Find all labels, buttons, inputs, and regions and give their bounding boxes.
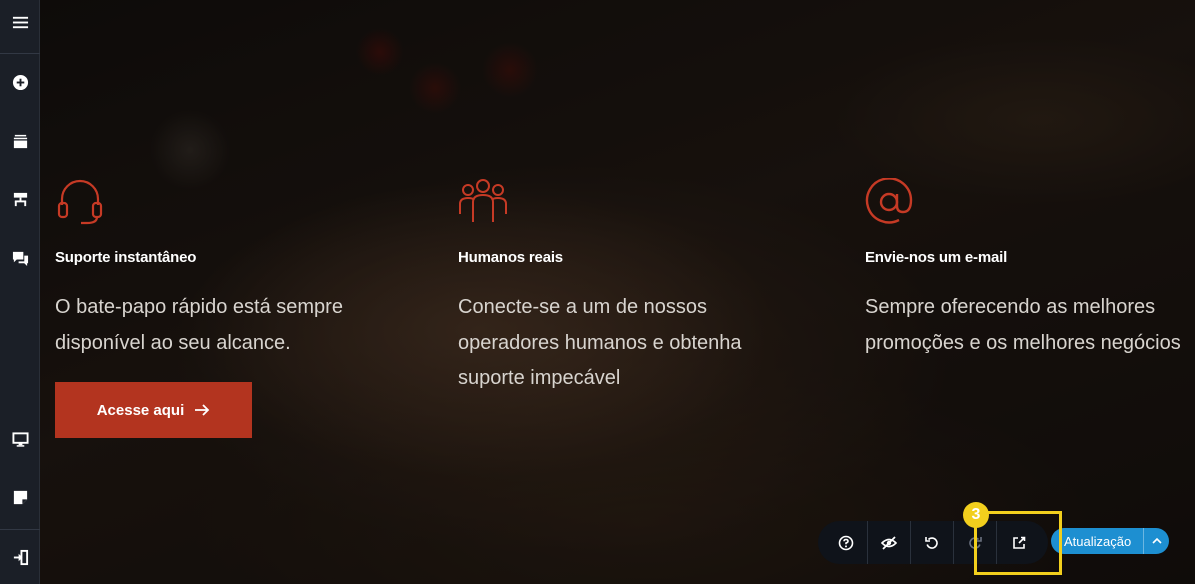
feature-description: Sempre oferecendo as melhores promoções … — [865, 290, 1181, 361]
feature-description: Conecte-se a um de nossos operadores hum… — [458, 290, 742, 397]
hide-icon — [881, 535, 897, 550]
help-icon — [838, 535, 854, 550]
update-label: Atualização — [1064, 533, 1132, 549]
description-line: Sempre oferecendo as melhores — [865, 296, 1156, 318]
update-button[interactable]: Atualização — [1051, 528, 1169, 554]
help-button[interactable] — [825, 521, 868, 564]
tutorial-step-badge: 3 — [963, 502, 989, 528]
undo-button[interactable] — [911, 521, 954, 564]
people-icon — [459, 179, 507, 222]
headset-icon — [57, 179, 103, 225]
feature-title: Envie-nos um e-mail — [865, 249, 1008, 266]
note-icon[interactable] — [0, 477, 40, 517]
feature-title: Suporte instantâneo — [55, 249, 197, 266]
editor-sidebar — [0, 0, 40, 584]
access-here-button[interactable]: Acesse aqui — [55, 382, 252, 438]
chevron-up-icon[interactable] — [1144, 537, 1169, 545]
at-sign-icon — [865, 178, 913, 224]
navigator-icon[interactable] — [0, 179, 40, 219]
cta-label: Acesse aqui — [96, 401, 185, 419]
sidebar-divider — [0, 529, 40, 530]
exit-icon[interactable] — [0, 537, 40, 577]
feature-title: Humanos reais — [458, 249, 563, 266]
sidebar-divider — [0, 53, 40, 54]
layers-icon[interactable] — [0, 121, 40, 161]
arrow-right-icon — [195, 404, 210, 416]
feature-description: O bate-papo rápido está sempre disponíve… — [55, 290, 343, 361]
description-line: Conecte-se a um de nossos — [458, 296, 708, 318]
hamburger-icon[interactable] — [0, 2, 40, 42]
hide-button[interactable] — [868, 521, 911, 564]
description-line: operadores humanos e obtenha — [458, 331, 742, 354]
undo-icon — [925, 536, 938, 549]
plus-circle-icon[interactable] — [0, 62, 40, 102]
description-line: O bate-papo rápido está sempre — [55, 296, 343, 318]
description-line: promoções e os melhores negócios — [865, 331, 1181, 354]
chat-icon[interactable] — [0, 238, 40, 278]
desktop-icon[interactable] — [0, 419, 40, 459]
description-line: disponível ao seu alcance. — [55, 331, 291, 354]
description-line: suporte impecável — [458, 367, 621, 389]
